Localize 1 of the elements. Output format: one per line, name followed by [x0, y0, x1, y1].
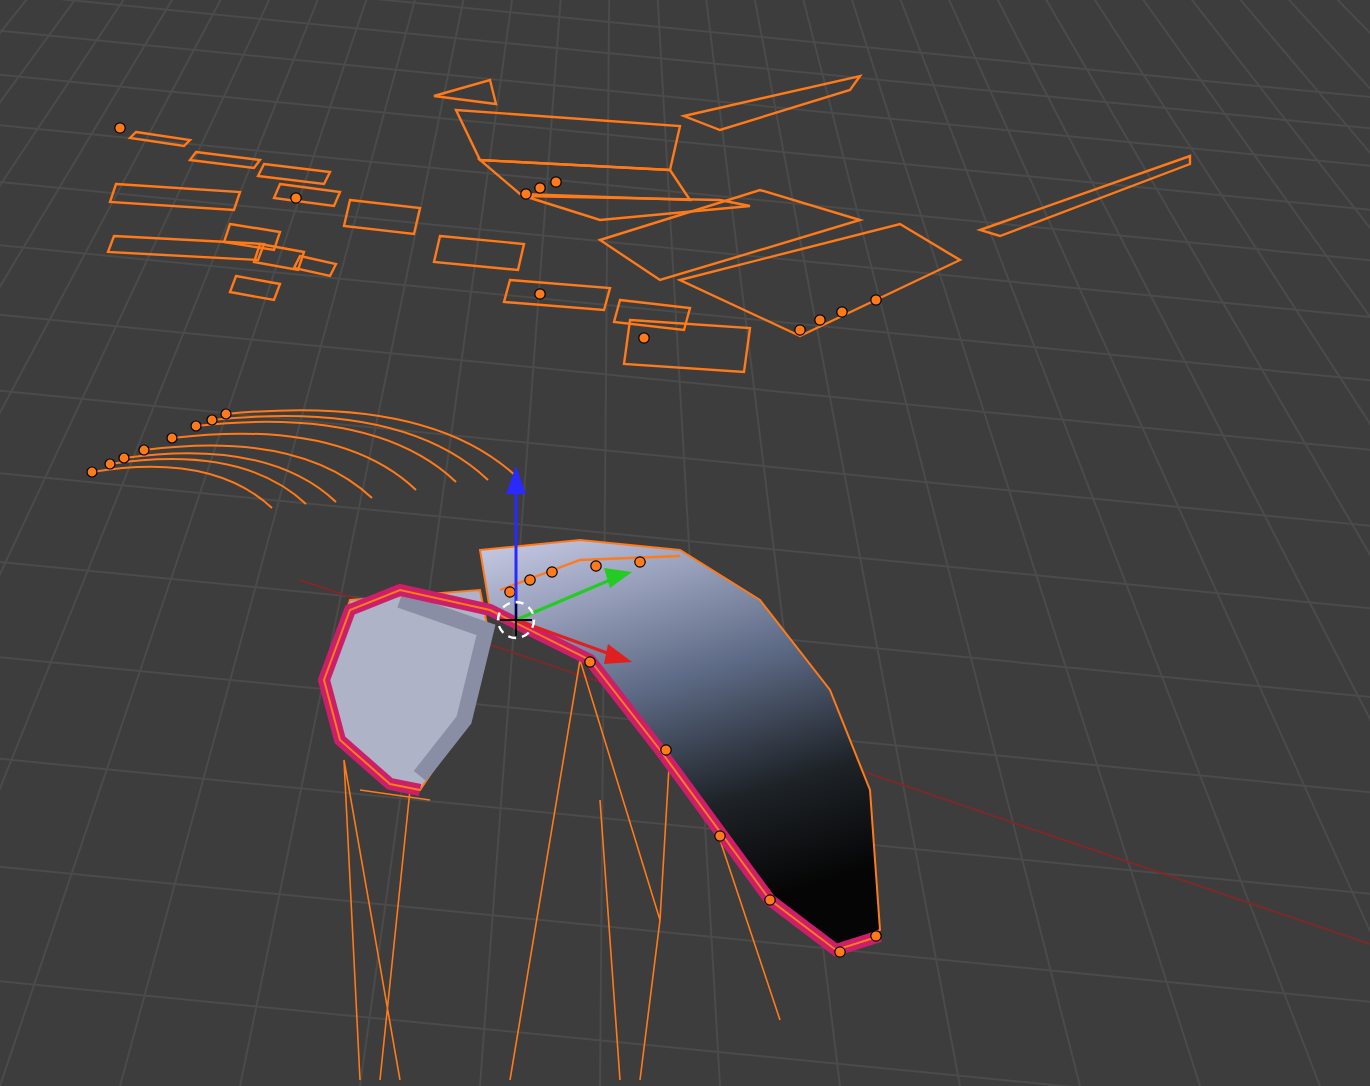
- transform-manipulator-drawing[interactable]: [496, 466, 632, 664]
